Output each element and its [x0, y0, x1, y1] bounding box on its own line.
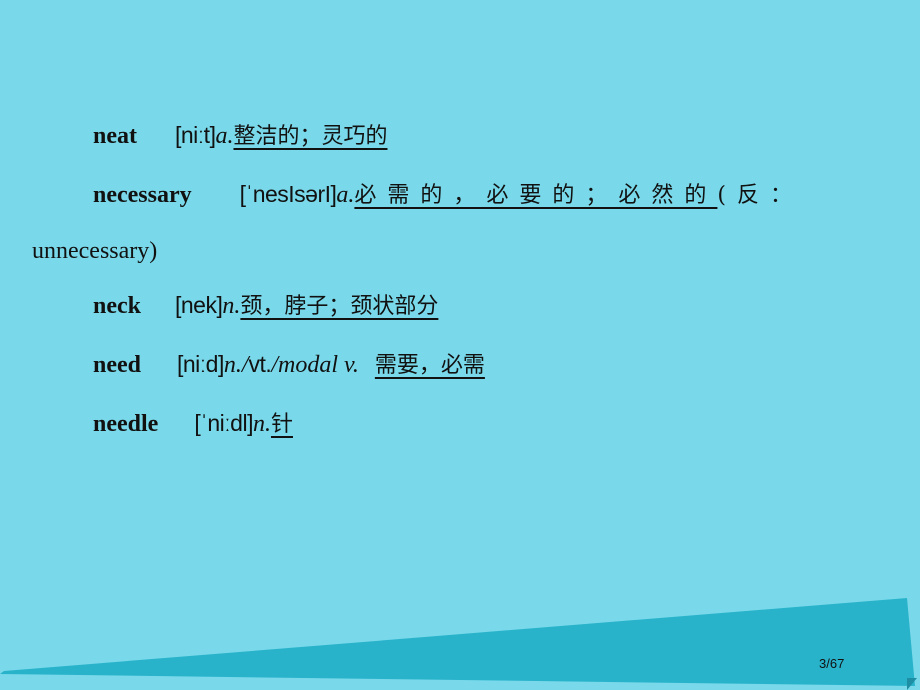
- entry-need: need [niːd]n./vt./modal v. 需要，必需: [93, 349, 485, 381]
- entry-pos-noun: n./: [223, 352, 249, 378]
- entry-necessary-antonym: unnecessary): [32, 236, 157, 266]
- entry-definition: 整洁的；灵巧的: [233, 124, 388, 149]
- entry-pos: n.: [222, 293, 241, 319]
- entry-definition: 针: [270, 412, 293, 437]
- ribbon-shape: [0, 598, 915, 686]
- entry-phonetic: [niːd]: [177, 351, 224, 377]
- slide: neat [niːt]a.整洁的；灵巧的 necessary [ˈnesIsər…: [0, 0, 920, 690]
- entry-word: need: [93, 352, 141, 378]
- entry-phonetic: [nek]: [175, 292, 223, 318]
- entry-phonetic: [niːt]: [175, 122, 216, 148]
- entry-pos-verb: vt.: [248, 351, 272, 377]
- decorative-ribbon: [0, 598, 917, 690]
- entry-word: needle: [93, 411, 159, 437]
- entry-phonetic: [ˈniːdl]: [194, 410, 253, 436]
- entry-pos: a.: [336, 182, 355, 208]
- entry-needle: needle [ˈniːdl]n.针: [93, 408, 293, 440]
- entry-antonym-word: unnecessary): [32, 238, 158, 264]
- entry-definition: 需要，必需: [374, 353, 485, 378]
- entry-neck: neck [nek]n.颈，脖子；颈状部分: [93, 290, 438, 322]
- entry-necessary: necessary [ˈnesIsərI]a.必需的，必要的；必然的(反：: [93, 179, 803, 211]
- entry-definition: 必需的，必要的；必然的: [354, 183, 718, 208]
- entry-antonym-open: (反：: [717, 183, 804, 208]
- entry-word: neat: [93, 123, 137, 149]
- entry-pos-modal: /modal v.: [271, 352, 359, 378]
- entry-definition: 颈，脖子；颈状部分: [240, 294, 439, 319]
- page-indicator: 3/67: [819, 656, 845, 671]
- ribbon-fold: [907, 678, 917, 690]
- entry-phonetic: [ˈnesIsərI]: [239, 181, 337, 207]
- entry-word: necessary: [93, 182, 192, 208]
- entry-pos: n.: [252, 411, 271, 437]
- entry-neat: neat [niːt]a.整洁的；灵巧的: [93, 120, 387, 152]
- entry-word: neck: [93, 293, 141, 319]
- entry-pos: a.: [215, 123, 234, 149]
